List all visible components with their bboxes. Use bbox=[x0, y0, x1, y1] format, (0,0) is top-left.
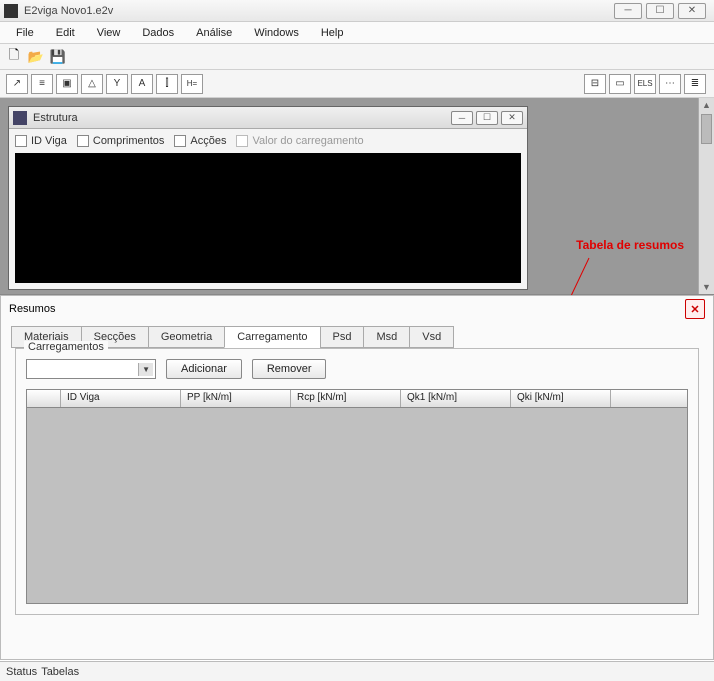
col-rcp[interactable]: Rcp [kN/m] bbox=[291, 390, 401, 407]
menu-edit[interactable]: Edit bbox=[46, 25, 85, 41]
col-idviga[interactable]: ID Viga bbox=[61, 390, 181, 407]
checkbox-valor-label: Valor do carregamento bbox=[252, 135, 363, 147]
checkbox-valor: Valor do carregamento bbox=[236, 135, 363, 147]
menu-help[interactable]: Help bbox=[311, 25, 354, 41]
child-title: Estrutura bbox=[33, 112, 451, 124]
mdi-client-area: Estrutura ─ ☐ ✕ ID Viga Comprimentos Acç… bbox=[0, 98, 714, 295]
resumos-panel: Resumos ✕ Materiais Secções Geometria Ca… bbox=[0, 295, 714, 660]
menu-analise[interactable]: Análise bbox=[186, 25, 242, 41]
child-window-estrutura: Estrutura ─ ☐ ✕ ID Viga Comprimentos Acç… bbox=[8, 106, 528, 290]
tool-4-icon[interactable]: △ bbox=[81, 74, 103, 94]
status-left: Status bbox=[6, 666, 37, 678]
fieldset-carregamentos: Carregamentos Adicionar Remover ID Viga … bbox=[15, 348, 699, 615]
tool-r1-icon[interactable]: ⊟ bbox=[584, 74, 606, 94]
tool-3-icon[interactable]: ▣ bbox=[56, 74, 78, 94]
menu-windows[interactable]: Windows bbox=[244, 25, 309, 41]
tool-r3-icon[interactable]: ELS bbox=[634, 74, 656, 94]
menu-file[interactable]: File bbox=[6, 25, 44, 41]
tool-6-icon[interactable]: A bbox=[131, 74, 153, 94]
child-minimize-button[interactable]: ─ bbox=[451, 111, 473, 125]
toolbar-drawing: ↗ ≡ ▣ △ Y A ⫿ H= ⊟ ▭ ELS ⋯ ≣ bbox=[0, 70, 714, 98]
tool-1-icon[interactable]: ↗ bbox=[6, 74, 28, 94]
tab-carregamento[interactable]: Carregamento bbox=[224, 326, 319, 348]
child-app-icon bbox=[13, 111, 27, 125]
grid-rowheader bbox=[27, 390, 61, 407]
tool-7-icon[interactable]: ⫿ bbox=[156, 74, 178, 94]
status-right: Tabelas bbox=[41, 666, 79, 678]
tab-vsd[interactable]: Vsd bbox=[409, 326, 454, 348]
main-titlebar: E2viga Novo1.e2v ─ ☐ ✕ bbox=[0, 0, 714, 22]
child-toolbar: ID Viga Comprimentos Acções Valor do car… bbox=[9, 129, 527, 153]
drawing-canvas[interactable] bbox=[15, 153, 521, 283]
annotation-text: Tabela de resumos bbox=[576, 238, 684, 252]
fieldset-label: Carregamentos bbox=[24, 341, 108, 353]
menubar: File Edit View Dados Análise Windows Hel… bbox=[0, 22, 714, 44]
checkbox-idviga[interactable]: ID Viga bbox=[15, 135, 67, 147]
tool-r2-icon[interactable]: ▭ bbox=[609, 74, 631, 94]
new-file-icon[interactable]: 🗋 bbox=[6, 49, 22, 65]
resumos-close-button[interactable]: ✕ bbox=[685, 299, 705, 319]
remover-button[interactable]: Remover bbox=[252, 359, 327, 379]
minimize-button[interactable]: ─ bbox=[614, 3, 642, 19]
checkbox-comprimentos-label: Comprimentos bbox=[93, 135, 165, 147]
menu-view[interactable]: View bbox=[87, 25, 131, 41]
checkbox-comprimentos[interactable]: Comprimentos bbox=[77, 135, 165, 147]
checkbox-idviga-label: ID Viga bbox=[31, 135, 67, 147]
close-button[interactable]: ✕ bbox=[678, 3, 706, 19]
carregamento-dropdown[interactable] bbox=[26, 359, 156, 379]
maximize-button[interactable]: ☐ bbox=[646, 3, 674, 19]
save-file-icon[interactable]: 💾 bbox=[50, 49, 66, 65]
grid-header: ID Viga PP [kN/m] Rcp [kN/m] Qk1 [kN/m] … bbox=[27, 390, 687, 408]
col-qki[interactable]: Qki [kN/m] bbox=[511, 390, 611, 407]
adicionar-button[interactable]: Adicionar bbox=[166, 359, 242, 379]
toolbar-file: 🗋 📂 💾 bbox=[0, 44, 714, 70]
tab-geometria[interactable]: Geometria bbox=[148, 326, 224, 348]
tool-r4-icon[interactable]: ⋯ bbox=[659, 74, 681, 94]
tab-psd[interactable]: Psd bbox=[320, 326, 364, 348]
tool-5-icon[interactable]: Y bbox=[106, 74, 128, 94]
mdi-vertical-scrollbar[interactable] bbox=[698, 98, 714, 294]
tab-msd[interactable]: Msd bbox=[363, 326, 409, 348]
checkbox-accoes[interactable]: Acções bbox=[174, 135, 226, 147]
open-file-icon[interactable]: 📂 bbox=[28, 49, 44, 65]
col-pp[interactable]: PP [kN/m] bbox=[181, 390, 291, 407]
col-qk1[interactable]: Qk1 [kN/m] bbox=[401, 390, 511, 407]
statusbar: Status Tabelas bbox=[0, 661, 714, 681]
tool-8-icon[interactable]: H= bbox=[181, 74, 203, 94]
resumos-title: Resumos bbox=[9, 303, 55, 315]
child-titlebar[interactable]: Estrutura ─ ☐ ✕ bbox=[9, 107, 527, 129]
window-title: E2viga Novo1.e2v bbox=[24, 5, 614, 17]
data-grid[interactable]: ID Viga PP [kN/m] Rcp [kN/m] Qk1 [kN/m] … bbox=[26, 389, 688, 604]
child-maximize-button[interactable]: ☐ bbox=[476, 111, 498, 125]
tool-r5-icon[interactable]: ≣ bbox=[684, 74, 706, 94]
scrollbar-thumb[interactable] bbox=[701, 114, 712, 144]
child-close-button[interactable]: ✕ bbox=[501, 111, 523, 125]
tool-2-icon[interactable]: ≡ bbox=[31, 74, 53, 94]
menu-dados[interactable]: Dados bbox=[132, 25, 184, 41]
app-icon bbox=[4, 4, 18, 18]
checkbox-accoes-label: Acções bbox=[190, 135, 226, 147]
